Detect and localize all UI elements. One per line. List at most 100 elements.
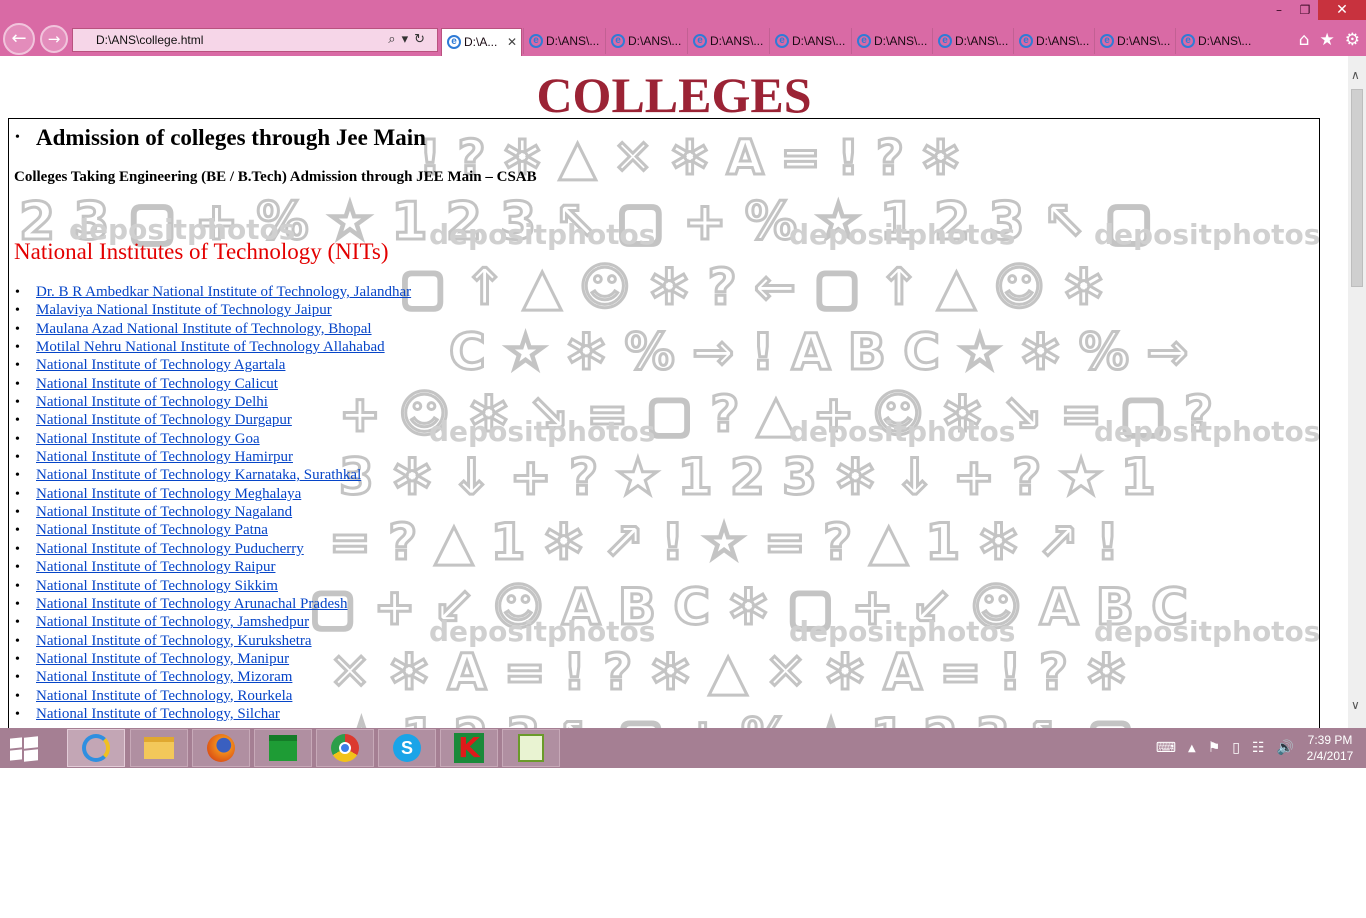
nit-link[interactable]: National Institute of Technology Goa (36, 431, 260, 447)
volume-icon[interactable]: 🔊 (1277, 740, 1294, 756)
nit-list: • Dr. B R Ambedkar National Institute of … (15, 283, 411, 723)
firefox-icon (207, 734, 235, 762)
tab-label: D:\ANS\... (1036, 34, 1090, 48)
tab-label: D:\ANS\... (792, 34, 846, 48)
scroll-up-icon[interactable]: ∧ (1351, 68, 1360, 82)
nit-link[interactable]: National Institute of Technology Raipur (36, 559, 275, 575)
taskbar-kaspersky[interactable]: K (440, 729, 498, 767)
clock[interactable]: 7:39 PM 2/4/2017 (1300, 732, 1360, 764)
nit-link[interactable]: National Institute of Technology, Mizora… (36, 669, 292, 685)
tab-label: D:\ANS\... (628, 34, 682, 48)
nit-link[interactable]: National Institute of Technology Hamirpu… (36, 449, 293, 465)
nit-link[interactable]: National Institute of Technology Durgapu… (36, 412, 292, 428)
file-explorer-icon (144, 737, 174, 759)
svg-text:3 ✲ ↓ + ? ★ 1 2 3 ✲ ↓ + ? ★ 1: 3 ✲ ↓ + ? ★ 1 2 3 ✲ ↓ + ? ★ 1 (339, 448, 1156, 506)
notepad-plus-icon (518, 734, 544, 762)
list-item: • National Institute of Technology, Mizor… (15, 669, 293, 686)
close-tab-icon[interactable]: ✕ (507, 29, 517, 55)
tab-6[interactable]: e D:\ANS\... (851, 28, 932, 54)
nit-link[interactable]: National Institute of Technology Agartal… (36, 357, 285, 373)
minimize-button[interactable]: – (1266, 0, 1292, 20)
tab-7[interactable]: e D:\ANS\... (932, 28, 1013, 54)
nit-link[interactable]: National Institute of Technology Patna (36, 522, 268, 538)
page-viewport[interactable]: COLLEGES ! ? ✲ ▲ ✕ ✲ A = ! ? ✲ 2 3 ▢ + %… (0, 56, 1348, 728)
taskbar-chrome[interactable] (316, 729, 374, 767)
svg-text:C ☆ ✲ % → ! A B C ☆ ✲ % →: C ☆ ✲ % → ! A B C ☆ ✲ % → (449, 323, 1188, 381)
list-item: • Malaviya National Institute of Technolo… (15, 302, 332, 319)
list-item: • National Institute of Technology Puduch… (15, 540, 304, 557)
address-bar[interactable]: D:\ANS\college.html ⌕▾↻ (72, 28, 438, 52)
address-text: D:\ANS\college.html (96, 33, 204, 47)
search-icon[interactable]: ⌕ (388, 32, 401, 47)
taskbar-store[interactable] (254, 729, 312, 767)
watermark-text: depositphotos (789, 415, 1015, 448)
ie-icon: e (938, 34, 952, 48)
windows-start-icon[interactable] (10, 736, 38, 762)
keyboard-icon[interactable]: ⌨ (1156, 740, 1176, 756)
nit-link[interactable]: Malaviya National Institute of Technolog… (36, 302, 332, 318)
taskbar-firefox[interactable] (192, 729, 250, 767)
watermark-text: depositphotos (429, 218, 655, 251)
list-item: • National Institute of Technology Durgap… (15, 412, 292, 429)
nit-link[interactable]: National Institute of Technology, Rourke… (36, 688, 292, 704)
ie-icon: e (1181, 34, 1195, 48)
list-item: • Dr. B R Ambedkar National Institute of … (15, 284, 412, 300)
restore-button[interactable]: ❐ (1292, 0, 1318, 20)
vertical-scrollbar[interactable]: ∧ ∨ (1348, 56, 1366, 728)
scroll-down-icon[interactable]: ∨ (1351, 698, 1360, 712)
network-icon[interactable]: ☷ (1252, 740, 1265, 756)
ie-icon (82, 734, 110, 762)
tab-2[interactable]: e D:\ANS\... (523, 28, 604, 54)
flag-icon[interactable]: ⚑ (1208, 740, 1221, 756)
ie-icon: e (447, 35, 461, 49)
nit-link[interactable]: National Institute of Technology Meghala… (36, 486, 301, 502)
window-controls: – ❐ ✕ (1266, 0, 1366, 20)
nit-link[interactable]: Motilal Nehru National Institute of Tech… (36, 339, 385, 355)
back-button[interactable]: ← (3, 23, 35, 55)
close-window-button[interactable]: ✕ (1318, 0, 1366, 20)
chevron-up-icon[interactable]: ▲ (1188, 743, 1196, 754)
tab-8[interactable]: e D:\ANS\... (1013, 28, 1094, 54)
admission-heading-row: • Admission of colleges through Jee Main (15, 125, 426, 151)
nit-link[interactable]: National Institute of Technology Puduche… (36, 541, 304, 557)
favorites-star-icon[interactable]: ★ (1320, 30, 1335, 50)
list-item: • National Institute of Technology Karnat… (15, 467, 362, 484)
ie-icon: e (775, 34, 789, 48)
tab-1[interactable]: e D:\A... ✕ (441, 28, 522, 56)
nit-link[interactable]: National Institute of Technology Nagalan… (36, 504, 292, 520)
nit-link[interactable]: National Institute of Technology Sikkim (36, 578, 278, 594)
taskbar-skype[interactable]: S (378, 729, 436, 767)
taskbar-ie[interactable] (67, 729, 125, 767)
nit-link[interactable]: National Institute of Technology Arunach… (36, 596, 348, 612)
nit-link[interactable]: Dr. B R Ambedkar National Institute of T… (36, 284, 411, 300)
forward-button[interactable]: → (40, 25, 68, 53)
battery-icon[interactable]: ▯ (1232, 740, 1240, 756)
tab-5[interactable]: e D:\ANS\... (769, 28, 850, 54)
dropdown-icon[interactable]: ▾ (402, 32, 415, 47)
nit-link[interactable]: National Institute of Technology, Kuruks… (36, 633, 312, 649)
refresh-icon[interactable]: ↻ (414, 32, 431, 47)
tab-9[interactable]: e D:\ANS\... (1094, 28, 1175, 54)
watermark-text: depositphotos (789, 615, 1015, 648)
tab-10[interactable]: e D:\ANS\... (1175, 28, 1256, 54)
nit-link[interactable]: National Institute of Technology Delhi (36, 394, 268, 410)
nit-link[interactable]: National Institute of Technology, Silcha… (36, 706, 280, 722)
home-icon[interactable]: ⌂ (1299, 30, 1310, 50)
forward-icon: → (47, 30, 61, 48)
nit-link[interactable]: National Institute of Technology, Jamshe… (36, 614, 309, 630)
taskbar-notepad-plus[interactable] (502, 729, 560, 767)
nit-link[interactable]: National Institute of Technology, Manipu… (36, 651, 289, 667)
tab-3[interactable]: e D:\ANS\... (605, 28, 686, 54)
svg-text:▢ ↑ ▲ ☺ ✲ ? ← ▢ ↑ ▲ ☺ ✲: ▢ ↑ ▲ ☺ ✲ ? ← ▢ ↑ ▲ ☺ ✲ (399, 258, 1105, 316)
nit-link[interactable]: Maulana Azad National Institute of Techn… (36, 321, 372, 337)
list-item: • National Institute of Technology, Manip… (15, 650, 290, 667)
list-item: • National Institute of Technology, Kuruk… (15, 632, 312, 649)
gear-icon[interactable]: ⚙ (1345, 30, 1360, 50)
taskbar-file-explorer[interactable] (130, 729, 188, 767)
scrollbar-thumb[interactable] (1351, 89, 1363, 287)
back-icon: ← (11, 28, 27, 49)
nit-link[interactable]: National Institute of Technology Calicut (36, 376, 278, 392)
tab-4[interactable]: e D:\ANS\... (687, 28, 768, 54)
clock-date: 2/4/2017 (1306, 749, 1354, 763)
nit-link[interactable]: National Institute of Technology Karnata… (36, 467, 361, 483)
